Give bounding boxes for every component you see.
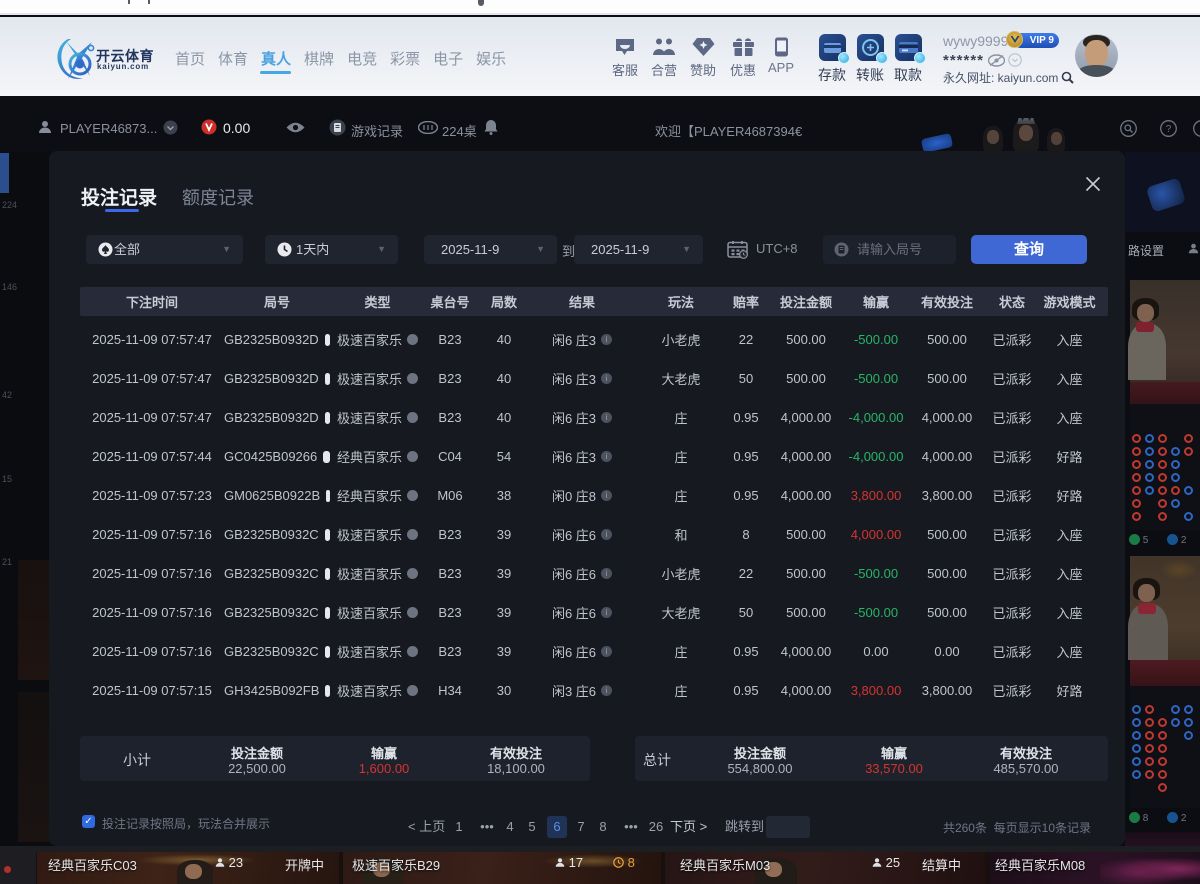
svg-text:?: ? — [1166, 124, 1172, 135]
